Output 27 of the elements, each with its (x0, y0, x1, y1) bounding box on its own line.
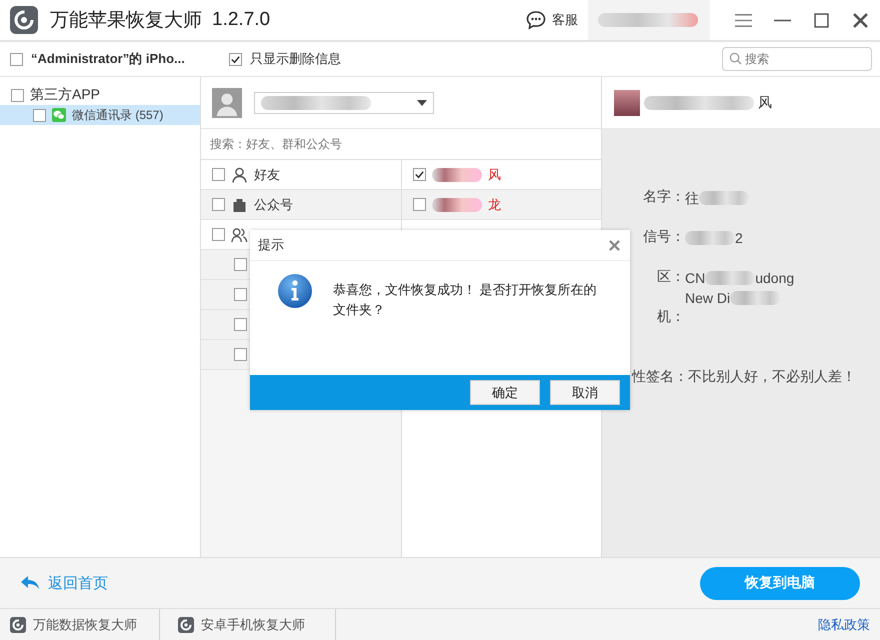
field-label: 机： (657, 308, 685, 326)
product-label: 安卓手机恢复大师 (201, 616, 305, 634)
field-label: 名字： (643, 188, 685, 206)
dialog-message: 恭喜您，文件恢复成功！ 是否打开恢复所在的文件夹？ (333, 281, 598, 319)
window-title: 万能苹果恢复大师 (50, 9, 202, 33)
tree-label: 第三方APP (30, 86, 100, 104)
tree-label: 微信通讯录 (557) (72, 106, 164, 124)
field-label: 区： (657, 268, 685, 286)
field-value: 往 (685, 189, 699, 208)
field-label: 信号： (643, 228, 685, 246)
contact-name: 龙 (488, 196, 501, 214)
category-label: 好友 (254, 166, 280, 184)
field-label: 性签名： (632, 368, 688, 386)
contact-name: 风 (488, 166, 501, 184)
field-value: 不比别人好，不必别人差！ (688, 368, 856, 386)
category-label: 公众号 (254, 196, 293, 214)
dialog-title: 提示 (258, 236, 284, 254)
version-label: 1.2.7.0 (212, 9, 270, 31)
field-value: CN (685, 269, 706, 288)
device-label: “Administrator”的 iPho... (31, 50, 185, 68)
field-value: udong (755, 269, 794, 288)
field-value: New Di (685, 289, 730, 308)
back-label: 返回首页 (48, 574, 108, 592)
field-value: 2 (735, 229, 743, 248)
filter-label: 只显示删除信息 (250, 50, 341, 68)
product-label: 万能数据恢复大师 (33, 616, 137, 634)
contact-name: 风 (758, 94, 772, 112)
